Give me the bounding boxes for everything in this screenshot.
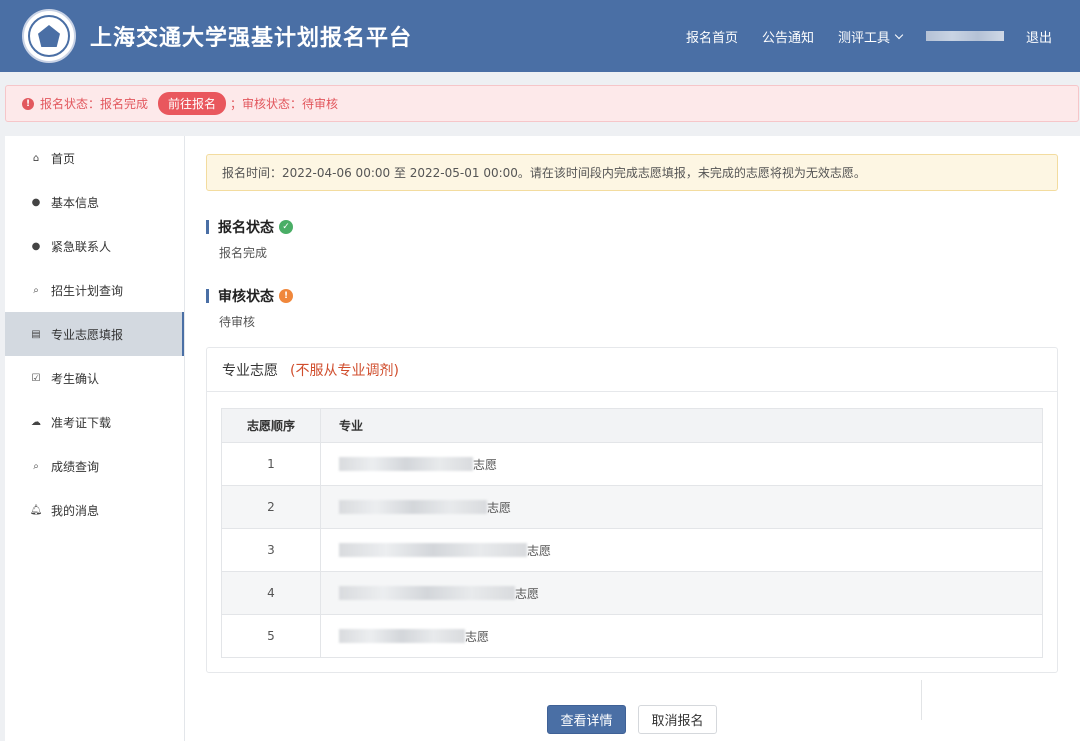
review-status-title: 审核状态 <box>218 286 274 306</box>
row-major-suffix: 志愿 <box>487 501 511 515</box>
sidebar-item-score-query[interactable]: ⌕ 成绩查询 <box>5 444 184 488</box>
table-row: 3 志愿 <box>222 529 1043 572</box>
column-header-major: 专业 <box>321 409 1043 443</box>
no-adjustment-note: (不服从专业调剂) <box>290 360 399 380</box>
table-row: 5 志愿 <box>222 615 1043 658</box>
sidebar-item-emergency-contact[interactable]: ● 紧急联系人 <box>5 224 184 268</box>
table-row: 4 志愿 <box>222 572 1043 615</box>
row-order: 2 <box>222 486 321 529</box>
review-status-value: 待审核 <box>219 313 255 330</box>
search-icon: ⌕ <box>29 285 43 296</box>
user-icon: ● <box>29 197 43 208</box>
form-icon: ▤ <box>29 329 43 340</box>
sidebar-item-label: 我的消息 <box>51 502 99 519</box>
go-register-button[interactable]: 前往报名 <box>158 92 226 115</box>
view-details-button[interactable]: 查看详情 <box>547 705 626 734</box>
column-header-order: 志愿顺序 <box>222 409 321 443</box>
preference-table: 志愿顺序 专业 1 志愿 2 志愿 3 志愿 4 <box>221 408 1043 658</box>
row-order: 1 <box>222 443 321 486</box>
sidebar-item-candidate-confirm[interactable]: ☑ 考生确认 <box>5 356 184 400</box>
cancel-registration-button[interactable]: 取消报名 <box>638 705 717 734</box>
nav-tools-label: 测评工具 <box>838 27 890 46</box>
sidebar-item-messages[interactable]: 🔔︎ 我的消息 <box>5 488 184 532</box>
top-nav: 报名首页 公告通知 测评工具 退出 <box>686 0 1080 72</box>
row-order: 3 <box>222 529 321 572</box>
divider <box>921 680 922 720</box>
alert-status-text: 报名状态：报名完成 <box>40 95 148 112</box>
blurred-major-name <box>339 500 487 514</box>
row-major: 志愿 <box>321 615 1043 658</box>
university-logo <box>22 9 76 63</box>
checkbox-icon: ☑ <box>29 373 43 384</box>
sidebar-item-basic-info[interactable]: ● 基本信息 <box>5 180 184 224</box>
row-major: 志愿 <box>321 529 1043 572</box>
bell-icon: 🔔︎ <box>29 505 43 516</box>
alert-icon: ! <box>22 98 34 110</box>
blurred-major-name <box>339 586 515 600</box>
sidebar-item-admission-ticket[interactable]: ☁ 准考证下载 <box>5 400 184 444</box>
home-icon: ⌂ <box>29 153 43 164</box>
cloud-download-icon: ☁ <box>29 417 43 428</box>
sidebar-item-label: 准考证下载 <box>51 414 111 431</box>
row-major-suffix: 志愿 <box>527 544 551 558</box>
user-icon: ● <box>29 241 43 252</box>
sidebar-item-label: 成绩查询 <box>51 458 99 475</box>
row-major-suffix: 志愿 <box>473 458 497 472</box>
row-major: 志愿 <box>321 572 1043 615</box>
nav-tools-dropdown[interactable]: 测评工具 <box>838 27 902 46</box>
sidebar-item-home[interactable]: ⌂ 首页 <box>5 136 184 180</box>
check-circle-icon: ✓ <box>279 220 293 234</box>
sidebar-item-label: 专业志愿填报 <box>51 326 123 343</box>
registration-status-value: 报名完成 <box>219 244 267 261</box>
row-major-suffix: 志愿 <box>515 587 539 601</box>
row-order: 5 <box>222 615 321 658</box>
sidebar: ⌂ 首页 ● 基本信息 ● 紧急联系人 ⌕ 招生计划查询 ▤ 专业志愿填报 ☑ … <box>5 136 185 741</box>
sidebar-item-label: 紧急联系人 <box>51 238 111 255</box>
table-row: 2 志愿 <box>222 486 1043 529</box>
blurred-major-name <box>339 629 465 643</box>
sidebar-item-enrollment-plan[interactable]: ⌕ 招生计划查询 <box>5 268 184 312</box>
row-order: 4 <box>222 572 321 615</box>
table-header-row: 志愿顺序 专业 <box>222 409 1043 443</box>
search-icon: ⌕ <box>29 461 43 472</box>
table-row: 1 志愿 <box>222 443 1043 486</box>
username-blurred[interactable] <box>926 31 1004 41</box>
sidebar-item-label: 考生确认 <box>51 370 99 387</box>
logout-link[interactable]: 退出 <box>1026 27 1052 46</box>
main-content: 报名时间：2022-04-06 00:00 至 2022-05-01 00:00… <box>185 136 1080 741</box>
sidebar-item-label: 基本信息 <box>51 194 99 211</box>
site-title: 上海交通大学强基计划报名平台 <box>90 20 412 52</box>
sidebar-item-label: 招生计划查询 <box>51 282 123 299</box>
nav-announcements[interactable]: 公告通知 <box>762 27 814 46</box>
card-header: 专业志愿 (不服从专业调剂) <box>207 348 1057 392</box>
registration-status-heading: 报名状态 ✓ <box>206 217 293 237</box>
card-title: 专业志愿 <box>222 360 278 380</box>
warning-circle-icon: ! <box>279 289 293 303</box>
registration-status-title: 报名状态 <box>218 217 274 237</box>
review-status-heading: 审核状态 ! <box>206 286 293 306</box>
nav-home[interactable]: 报名首页 <box>686 27 738 46</box>
major-preference-card: 专业志愿 (不服从专业调剂) 志愿顺序 专业 1 志愿 2 志愿 <box>206 347 1058 673</box>
blurred-major-name <box>339 543 527 557</box>
chevron-down-icon <box>895 30 903 38</box>
alert-review-text: ；审核状态：待审核 <box>230 95 338 112</box>
registration-alert: ! 报名状态：报名完成 前往报名 ；审核状态：待审核 <box>5 85 1079 122</box>
sidebar-item-major-preference[interactable]: ▤ 专业志愿填报 <box>5 312 184 356</box>
sidebar-item-label: 首页 <box>51 150 75 167</box>
row-major-suffix: 志愿 <box>465 630 489 644</box>
row-major: 志愿 <box>321 443 1043 486</box>
registration-time-notice: 报名时间：2022-04-06 00:00 至 2022-05-01 00:00… <box>206 154 1058 191</box>
blurred-major-name <box>339 457 473 471</box>
row-major: 志愿 <box>321 486 1043 529</box>
top-header: 上海交通大学强基计划报名平台 报名首页 公告通知 测评工具 退出 <box>0 0 1080 72</box>
